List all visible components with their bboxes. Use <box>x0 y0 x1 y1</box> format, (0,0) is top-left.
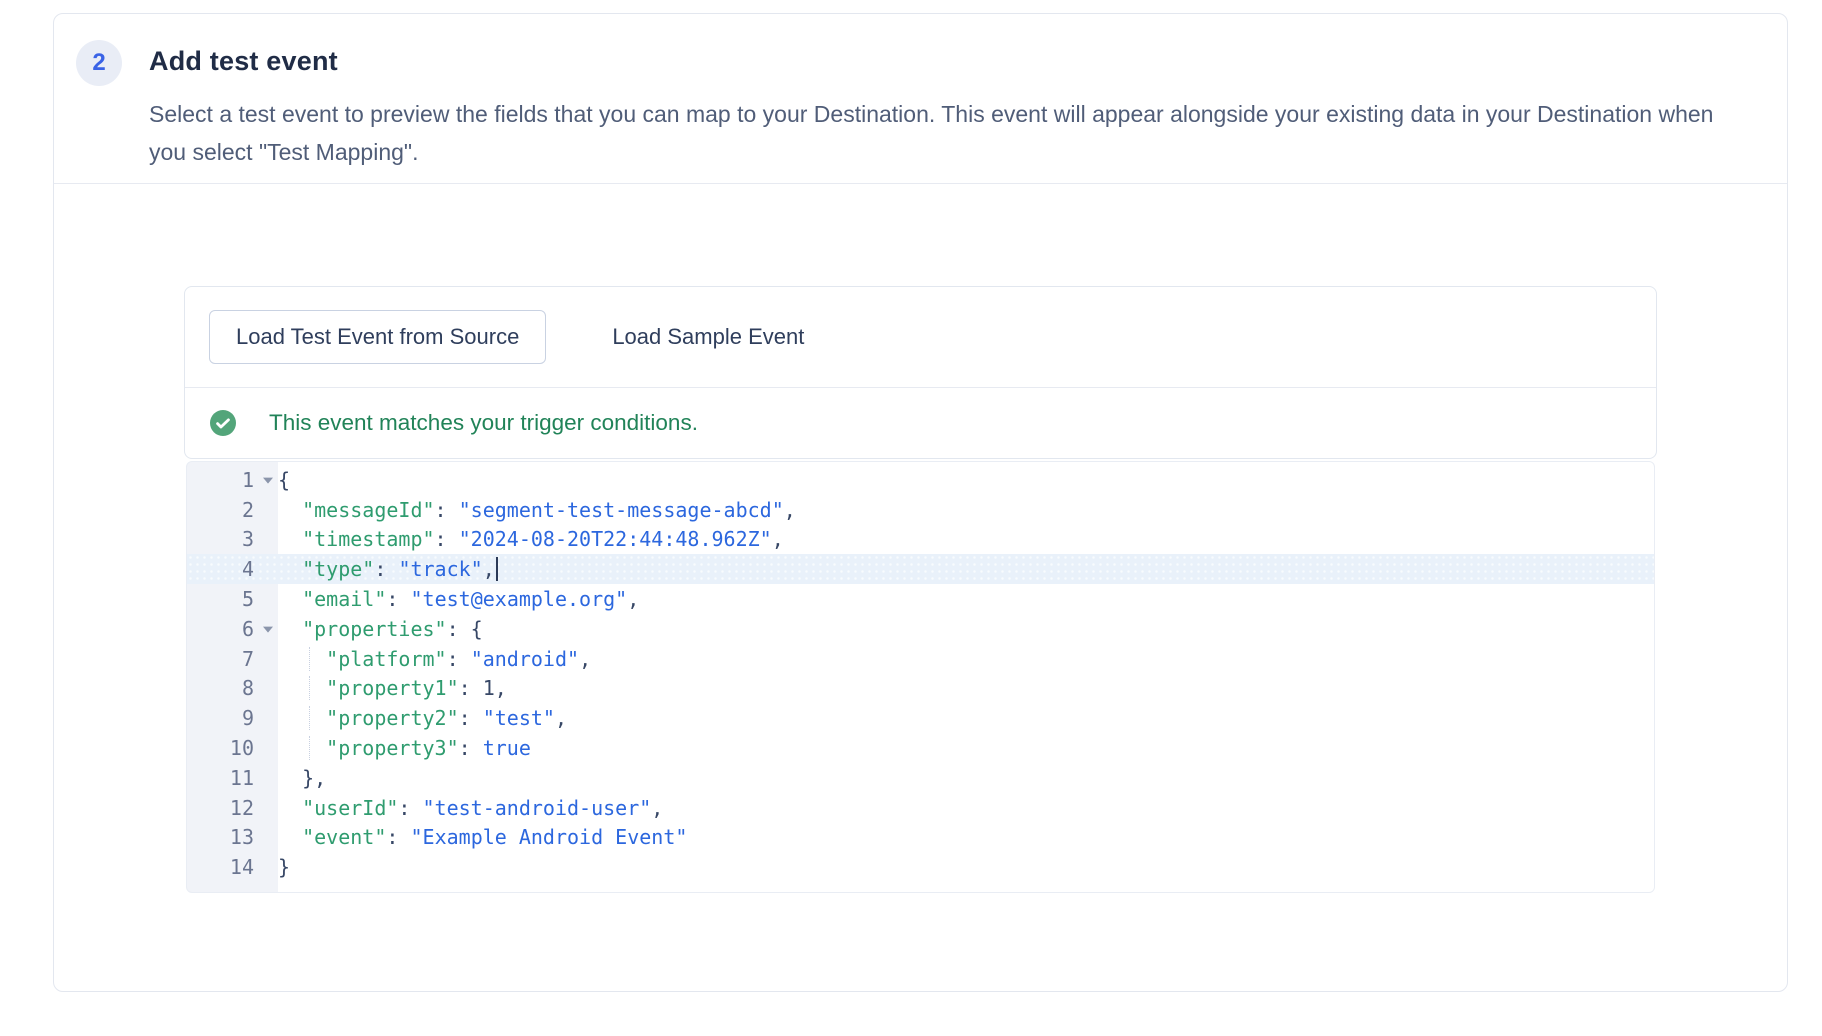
line-number: 5 <box>187 587 278 611</box>
code-text[interactable]: "properties": { <box>278 617 1654 641</box>
code-text[interactable]: "userId": "test-android-user", <box>278 796 1654 820</box>
line-number: 14 <box>187 855 278 879</box>
page-description: Select a test event to preview the field… <box>149 95 1727 171</box>
line-number: 8 <box>187 676 278 700</box>
editor-line-9[interactable]: 9 "property2": "test", <box>187 703 1654 733</box>
code-text[interactable]: "messageId": "segment-test-message-abcd"… <box>278 498 1654 522</box>
editor-line-1[interactable]: 1{ <box>187 465 1654 495</box>
editor-line-13[interactable]: 13 "event": "Example Android Event" <box>187 823 1654 853</box>
code-text[interactable]: { <box>278 468 1654 492</box>
step-number-badge: 2 <box>76 40 122 86</box>
editor-line-2[interactable]: 2 "messageId": "segment-test-message-abc… <box>187 495 1654 525</box>
page-title: Add test event <box>149 41 1727 81</box>
editor-line-11[interactable]: 11 }, <box>187 763 1654 793</box>
header-text: Add test event Select a test event to pr… <box>149 38 1727 171</box>
line-number: 1 <box>187 468 278 492</box>
json-editor[interactable]: 1{2 "messageId": "segment-test-message-a… <box>186 461 1655 893</box>
editor-line-3[interactable]: 3 "timestamp": "2024-08-20T22:44:48.962Z… <box>187 525 1654 555</box>
code-text[interactable]: }, <box>278 766 1654 790</box>
editor-line-14[interactable]: 14} <box>187 852 1654 882</box>
line-number: 11 <box>187 766 278 790</box>
trigger-status-message: This event matches your trigger conditio… <box>269 410 698 436</box>
trigger-status-row: This event matches your trigger conditio… <box>185 388 1656 458</box>
code-text[interactable]: "property2": "test", <box>278 706 1654 730</box>
code-text[interactable]: "property3": true <box>278 736 1654 760</box>
fold-arrow-icon[interactable] <box>263 626 273 632</box>
editor-line-6[interactable]: 6 "properties": { <box>187 614 1654 644</box>
line-number: 4 <box>187 557 278 581</box>
line-number: 9 <box>187 706 278 730</box>
line-number: 2 <box>187 498 278 522</box>
editor-line-10[interactable]: 10 "property3": true <box>187 733 1654 763</box>
event-source-toolbar: Load Test Event from Source Load Sample … <box>185 287 1656 388</box>
code-text[interactable]: "event": "Example Android Event" <box>278 825 1654 849</box>
code-text[interactable]: } <box>278 855 1654 879</box>
card-content: Load Test Event from Source Load Sample … <box>54 184 1787 893</box>
editor-line-4[interactable]: 4 "type": "track", <box>187 554 1654 584</box>
editor-line-12[interactable]: 12 "userId": "test-android-user", <box>187 793 1654 823</box>
check-circle-icon <box>210 410 236 436</box>
line-number: 7 <box>187 647 278 671</box>
code-text[interactable]: "timestamp": "2024-08-20T22:44:48.962Z", <box>278 527 1654 551</box>
add-test-event-card: 2 Add test event Select a test event to … <box>53 13 1788 992</box>
editor-line-5[interactable]: 5 "email": "test@example.org", <box>187 584 1654 614</box>
line-number: 6 <box>187 617 278 641</box>
line-number: 13 <box>187 825 278 849</box>
editor-line-7[interactable]: 7 "platform": "android", <box>187 644 1654 674</box>
text-cursor <box>496 557 498 581</box>
line-number: 12 <box>187 796 278 820</box>
load-sample-event-button[interactable]: Load Sample Event <box>606 323 810 351</box>
code-text[interactable]: "email": "test@example.org", <box>278 587 1654 611</box>
card-header: 2 Add test event Select a test event to … <box>54 14 1787 183</box>
fold-arrow-icon[interactable] <box>263 477 273 483</box>
code-text[interactable]: "type": "track", <box>278 557 1654 581</box>
code-text[interactable]: "platform": "android", <box>278 647 1654 671</box>
test-event-panel: Load Test Event from Source Load Sample … <box>184 286 1657 459</box>
code-text[interactable]: "property1": 1, <box>278 676 1654 700</box>
editor-line-8[interactable]: 8 "property1": 1, <box>187 674 1654 704</box>
line-number: 3 <box>187 527 278 551</box>
load-test-event-button[interactable]: Load Test Event from Source <box>209 310 546 364</box>
line-number: 10 <box>187 736 278 760</box>
